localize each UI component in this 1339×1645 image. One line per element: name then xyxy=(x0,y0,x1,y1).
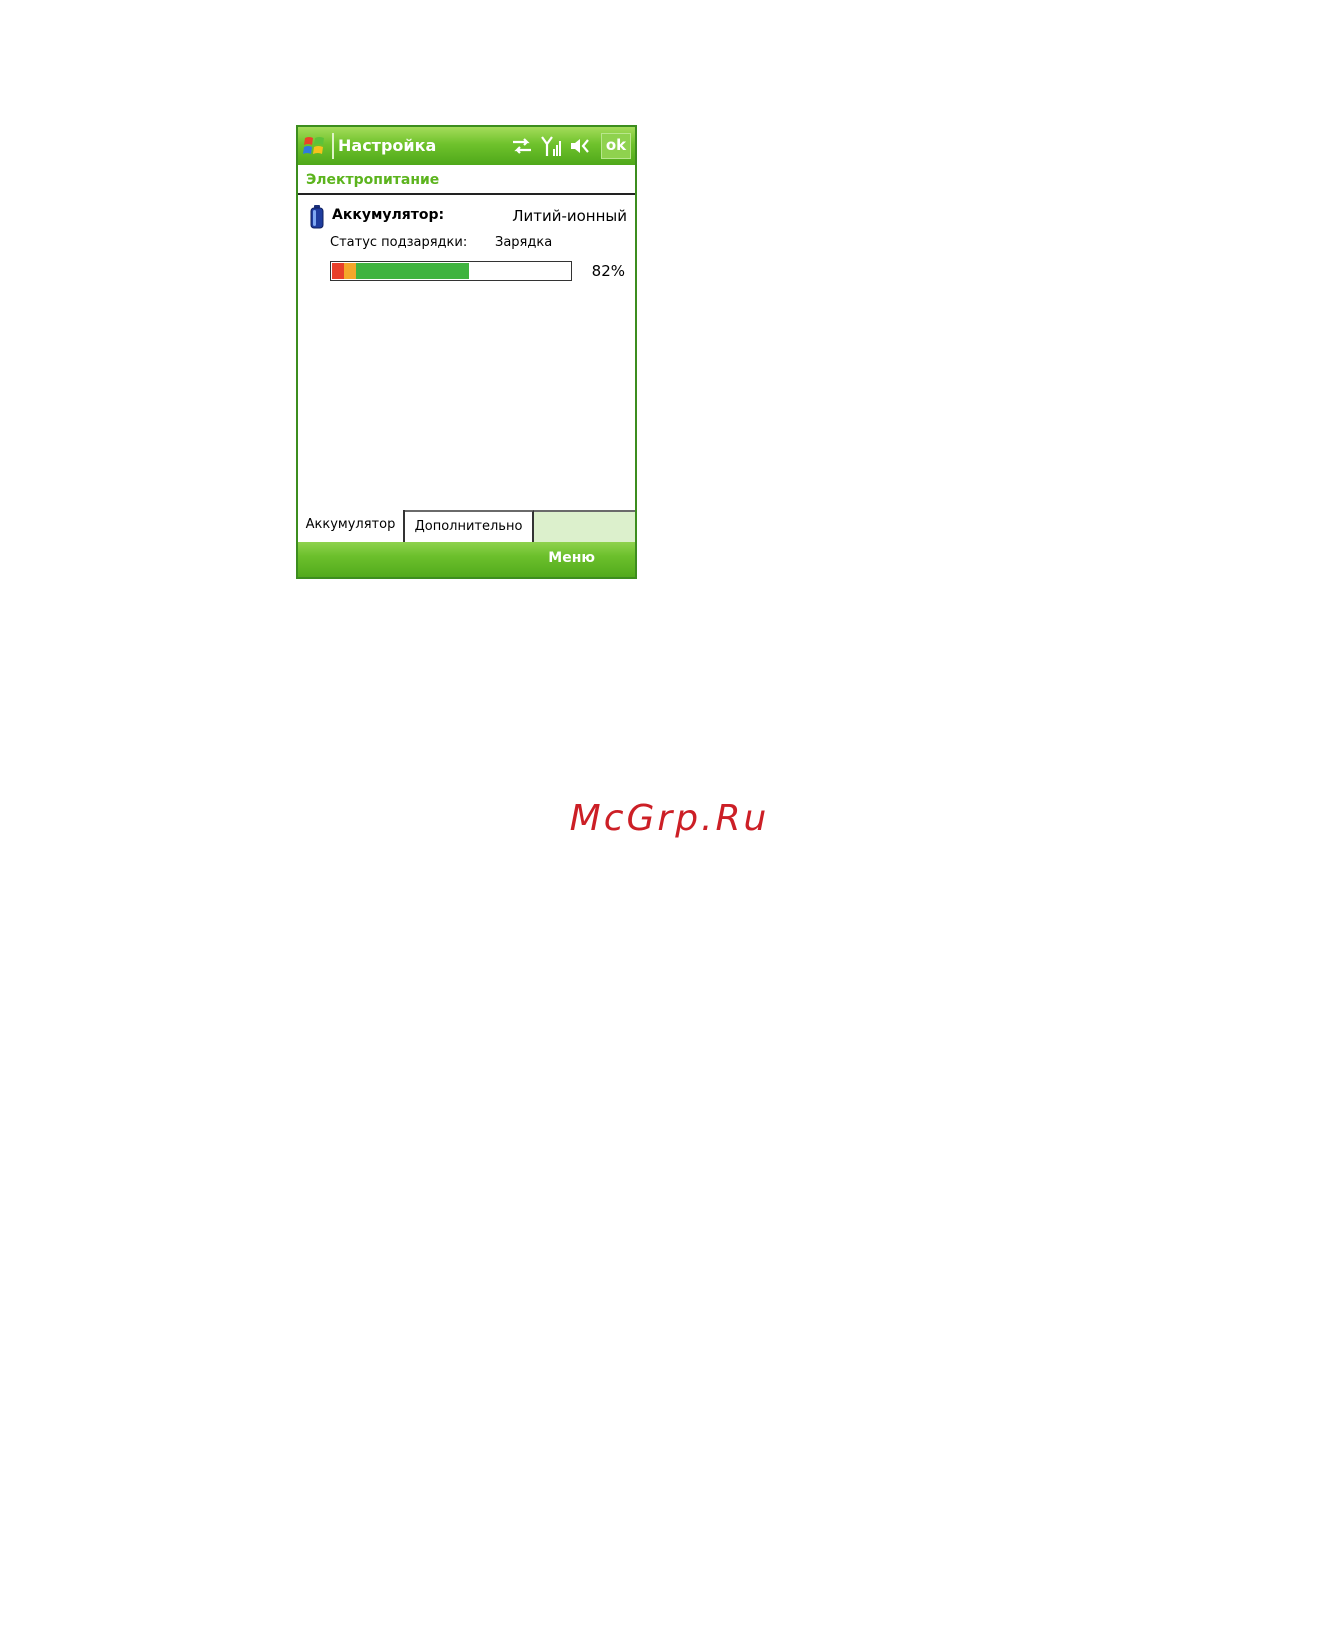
device-screen: Настройка ok Электропитание Аккумулятор:… xyxy=(296,125,637,579)
sync-icon[interactable] xyxy=(511,137,533,155)
battery-level-bar xyxy=(330,261,572,281)
section-title: Электропитание xyxy=(306,172,440,188)
battery-icon xyxy=(310,205,324,229)
menu-softkey[interactable]: Меню xyxy=(548,550,595,566)
ok-button[interactable]: ok xyxy=(601,133,631,159)
softkey-bar: Меню xyxy=(298,542,635,577)
charge-status-value: Зарядка xyxy=(495,235,553,250)
battery-label: Аккумулятор: xyxy=(332,207,445,223)
battery-type: Литий-ионный xyxy=(512,207,627,225)
battery-panel: Аккумулятор: Литий-ионный Статус подзаря… xyxy=(298,195,635,495)
tab-strip: Аккумулятор Дополнительно xyxy=(298,510,635,544)
charge-status-label: Статус подзарядки: xyxy=(330,235,468,250)
tab-advanced[interactable]: Дополнительно xyxy=(405,510,534,544)
tab-battery[interactable]: Аккумулятор xyxy=(298,510,405,544)
title-separator xyxy=(332,133,334,159)
battery-level-fill-orange xyxy=(344,263,356,279)
battery-level-fill-red xyxy=(332,263,344,279)
watermark: McGrp.Ru xyxy=(569,798,770,839)
signal-icon[interactable] xyxy=(541,135,561,157)
volume-icon[interactable] xyxy=(569,137,591,155)
battery-level-text: 82% xyxy=(591,262,625,280)
window-title: Настройка xyxy=(338,136,437,155)
status-icons xyxy=(511,135,591,157)
section-header: Электропитание xyxy=(298,165,635,195)
windows-start-icon[interactable] xyxy=(302,133,328,159)
title-bar: Настройка ok xyxy=(298,127,635,165)
